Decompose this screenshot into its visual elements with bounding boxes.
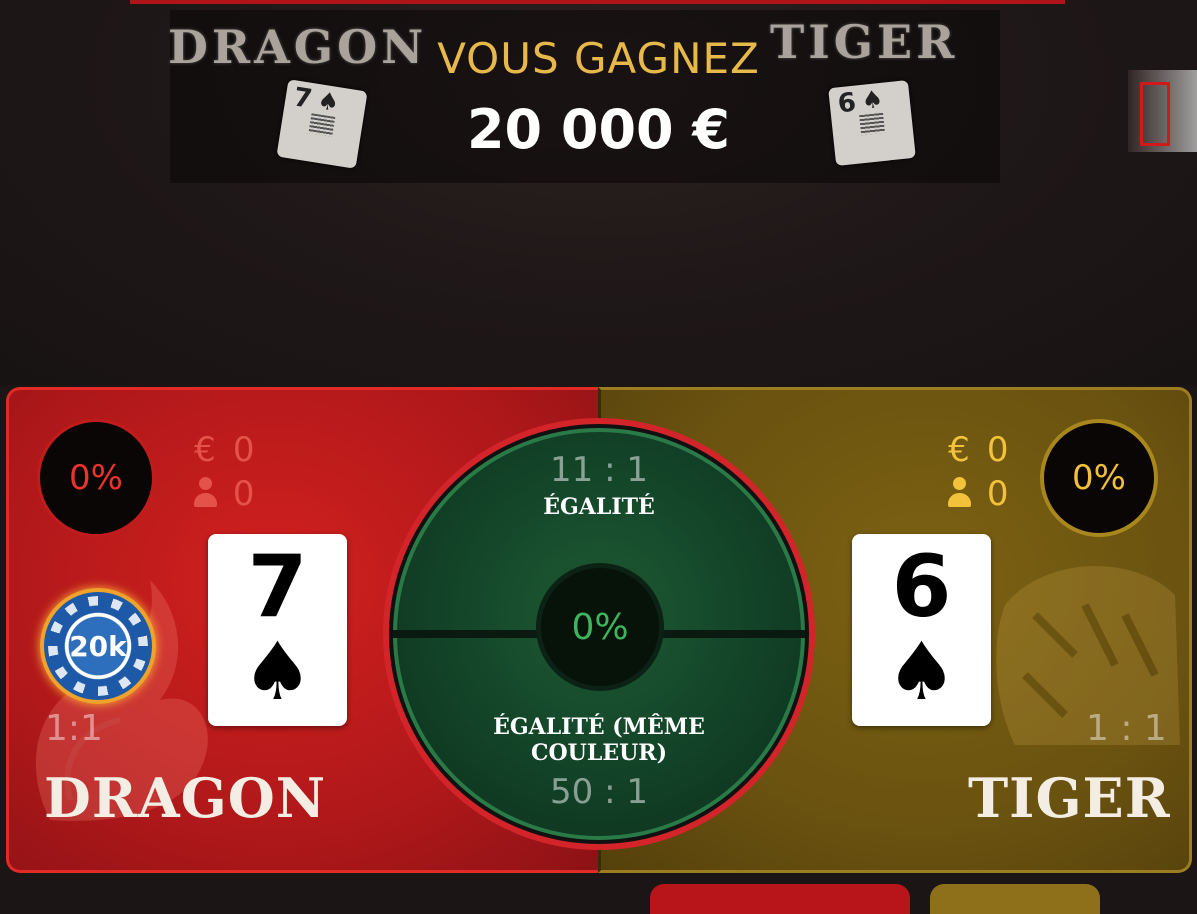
tiger-payout-odds: 1 : 1 bbox=[1086, 708, 1167, 749]
tie-payout-odds: 11 : 1 bbox=[550, 450, 648, 490]
dragon-player-count: 0 bbox=[232, 474, 255, 514]
tiger-label: TIGER bbox=[968, 766, 1171, 830]
person-icon bbox=[947, 477, 971, 509]
win-amount: 20 000 € bbox=[466, 98, 731, 161]
dragon-card: 7 ♠ bbox=[208, 534, 347, 726]
euro-icon: € bbox=[948, 430, 970, 470]
placed-chip[interactable]: 20k bbox=[40, 588, 156, 704]
dragon-bet-stats: € 0 0 bbox=[188, 428, 254, 516]
bottom-action-button-gold[interactable] bbox=[930, 884, 1100, 914]
tiger-player-count: 0 bbox=[986, 474, 1009, 514]
euro-icon: € bbox=[194, 430, 216, 470]
suited-tie-label[interactable]: ÉGALITÉ (MÊME COULEUR) bbox=[470, 714, 728, 766]
spade-icon: ♠ bbox=[885, 625, 958, 718]
spade-icon: ♠ bbox=[241, 625, 314, 718]
tiger-card: 6 ♠ bbox=[852, 534, 991, 726]
tiger-bet-stats: € 0 0 bbox=[942, 428, 1008, 516]
tiger-bet-percentage: 0% bbox=[1040, 419, 1158, 537]
dragon-payout-odds: 1:1 bbox=[45, 708, 103, 749]
top-accent-strip bbox=[130, 0, 1065, 4]
win-label: VOUS GAGNEZ bbox=[437, 34, 760, 83]
tiger-total-bet: 0 bbox=[986, 430, 1009, 470]
person-icon bbox=[193, 477, 217, 509]
chip-value: 20k bbox=[69, 629, 127, 663]
dragon-total-bet: 0 bbox=[232, 430, 255, 470]
dragon-bet-percentage: 0% bbox=[37, 419, 155, 537]
tiger-card-rank: 6 bbox=[891, 537, 952, 637]
tie-label: ÉGALITÉ bbox=[543, 494, 655, 520]
suited-tie-payout-odds: 50 : 1 bbox=[550, 772, 648, 812]
dragon-card-rank: 7 bbox=[247, 537, 308, 637]
tie-bet-percentage: 0% bbox=[536, 563, 664, 691]
dragon-label: DRAGON bbox=[44, 766, 327, 830]
bottom-action-button-red[interactable] bbox=[650, 884, 910, 914]
